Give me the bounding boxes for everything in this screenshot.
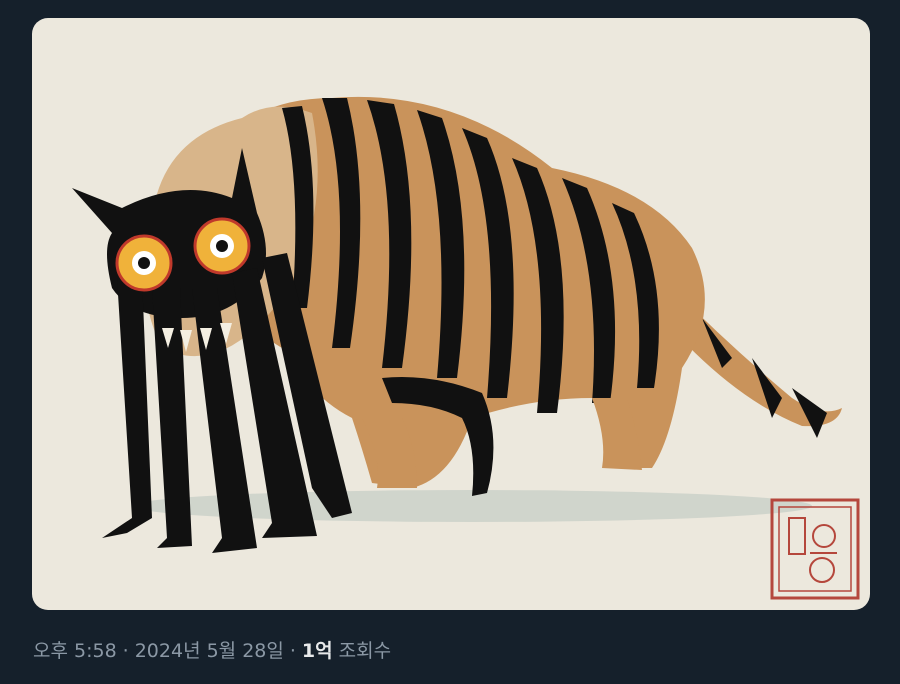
views-label: 조회수 — [338, 640, 392, 662]
creature-illustration-icon — [72, 96, 860, 600]
tweet-date[interactable]: 2024년 5월 28일 — [135, 640, 284, 662]
tweet-time[interactable]: 오후 5:58 — [33, 640, 117, 662]
separator: · — [289, 640, 296, 662]
tweet-metadata: 오후 5:58 · 2024년 5월 28일 · 1억 조회수 — [33, 636, 391, 663]
views-count: 1억 — [301, 640, 333, 662]
tweet-media-image[interactable] — [32, 18, 870, 610]
separator: · — [122, 640, 129, 662]
red-seal-stamp-icon — [770, 498, 860, 600]
